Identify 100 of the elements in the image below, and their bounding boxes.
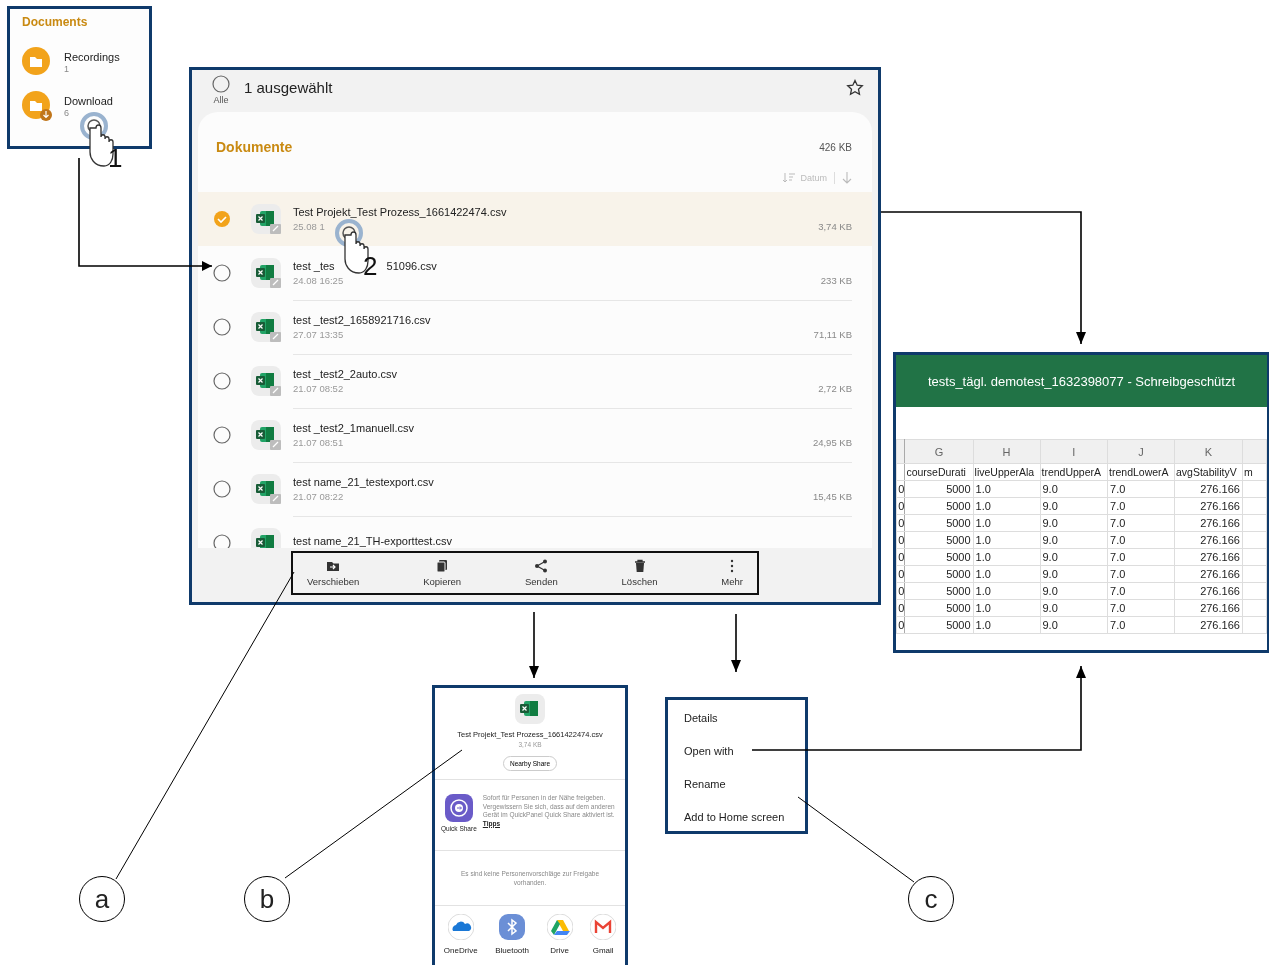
callout-label: a [79,876,125,922]
table-cell: 0 [896,599,905,617]
file-size: 233 KB [820,274,852,286]
table-cell: 9.0 [1040,497,1108,515]
toolbar-button[interactable]: Mehr [717,553,747,593]
file-name: test name_21_TH-exporttest.csv [293,535,452,547]
step-number: 1 [108,145,123,171]
table-cell: 7.0 [1107,599,1175,617]
select-all-checkbox[interactable] [212,75,230,93]
spreadsheet-file-icon [251,366,281,396]
table-cell: 1.0 [973,531,1040,549]
file-date: 25.08 1 [293,220,325,232]
folder-item[interactable]: Recordings 1 [22,47,149,77]
spreadsheet-file-icon [515,694,545,724]
app-share-button[interactable]: Gmail [590,914,617,955]
file-size: 3,74 KB [818,220,852,232]
toolbar-button[interactable]: Kopieren [419,553,466,593]
table-cell: courseDurati [904,463,974,481]
section-size: 426 KB [819,141,852,153]
table-cell: 0 [896,497,905,515]
table-cell: 5000 [904,497,974,515]
table-cell: m [1242,463,1267,481]
table-cell: 9.0 [1040,599,1108,617]
app-share-button[interactable]: Bluetooth [495,914,529,955]
spreadsheet-file-icon [251,258,281,288]
menu-item[interactable]: Details [684,710,805,726]
file-row[interactable]: test _test2_1manuell.csv 21.07 08:51 24,95 KB [198,408,872,462]
table-cell: 1.0 [973,480,1040,498]
spreadsheet-file-icon [251,312,281,342]
file-name: Test Projekt_Test Prozess_1661422474.csv [293,205,507,218]
file-row[interactable]: test _test2_2auto.csv 21.07 08:52 2,72 KB [198,354,872,408]
table-cell: 7.0 [1107,497,1175,515]
table-cell: 276.166 [1174,565,1243,583]
bluetooth-icon [499,914,526,940]
cloud-icon [447,914,474,940]
table-cell: liveUpperAla [973,463,1040,481]
table-cell: 5000 [904,480,974,498]
sort-icon [783,173,796,183]
table-cell: 1.0 [973,565,1040,583]
column-header: G [904,439,974,464]
table-cell: 9.0 [1040,565,1108,583]
app-share-button[interactable]: Drive [546,914,573,955]
table-cell: 9.0 [1040,531,1108,549]
checkbox[interactable] [213,480,231,498]
file-name: test _test2_1658921716.csv [293,313,431,326]
toolbar-button[interactable]: Löschen [617,553,662,593]
table-cell: 5000 [904,582,974,600]
file-name: test name_21_testexport.csv [293,475,434,488]
table-cell: 5000 [904,514,974,532]
app-share-button[interactable]: OneDrive [443,914,478,955]
checkbox[interactable] [213,372,231,390]
table-cell: 1.0 [973,548,1040,566]
table-cell: 276.166 [1174,514,1243,532]
toolbar-button[interactable]: Verschieben [303,553,364,593]
envelope-icon [590,914,617,940]
folder-item[interactable]: Download 6 [22,91,149,121]
table-cell: 0 [896,514,905,532]
toolbar-button[interactable]: Senden [521,553,562,593]
menu-item[interactable]: Add to Home screen [684,809,805,825]
connector-arrow [731,613,741,673]
file-name: test _test2_1manuell.csv [293,421,415,434]
table-cell: 1.0 [973,582,1040,600]
file-size: 15,45 KB [812,490,852,502]
file-date: 21.07 08:52 [293,382,344,394]
section-title: Dokumente [216,139,293,155]
folder-count: 1 [64,64,70,74]
table-cell: 9.0 [1040,548,1108,566]
table-cell: 7.0 [1107,480,1175,498]
checkbox[interactable] [213,318,231,336]
file-date: 27.07 13:35 [293,328,344,340]
file-row[interactable]: test _test2_1658921716.csv 27.07 13:35 71,11 KB [198,300,872,354]
table-cell: 276.166 [1174,497,1243,515]
table-cell: 1.0 [973,514,1040,532]
file-row[interactable]: test name_21_testexport.csv 21.07 08:22 15,45 KB [198,462,872,516]
menu-item[interactable]: Open with [684,743,805,759]
menu-item[interactable]: Rename [684,776,805,792]
folder-count: 6 [64,108,70,118]
file-row[interactable]: Test Projekt_Test Prozess_1661422474.csv 25.08 1 3,74 KB [198,192,872,246]
table-cell: 5000 [904,531,974,549]
circular-arrows-icon [444,794,473,822]
spreadsheet-file-icon [251,474,281,504]
checkbox[interactable] [213,534,231,548]
connector-arrow [529,611,539,679]
file-name: test _test2_2auto.csv [293,367,397,380]
table-cell: 276.166 [1174,480,1243,498]
copy-icon [435,559,450,573]
table-cell: 5000 [904,548,974,566]
column-header: I [1040,439,1108,464]
table-cell: 1.0 [973,616,1040,634]
checked-checkbox[interactable] [213,210,231,228]
checkbox[interactable] [213,264,231,282]
table-cell: 9.0 [1040,514,1108,532]
table-cell: 1.0 [973,497,1040,515]
checkbox[interactable] [213,426,231,444]
step-number: 2 [363,253,378,279]
table-cell: 276.166 [1174,582,1243,600]
star-icon[interactable] [846,79,864,97]
table-cell: 9.0 [1040,616,1108,634]
callout-label: b [244,876,290,922]
table-cell: trendUpperA [1040,463,1108,481]
